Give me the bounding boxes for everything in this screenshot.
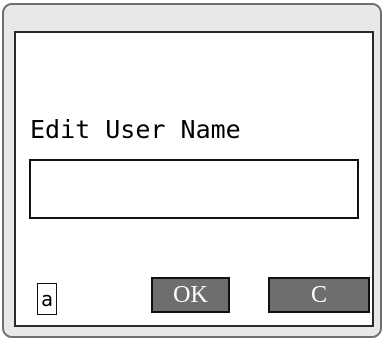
user-name-input[interactable] bbox=[29, 159, 359, 219]
device-frame: Edit User Name a OK C bbox=[2, 3, 382, 338]
ok-button[interactable]: OK bbox=[151, 277, 230, 313]
dialog-title: Edit User Name bbox=[30, 115, 241, 144]
input-mode-indicator[interactable]: a bbox=[37, 283, 57, 315]
dialog-screen: Edit User Name a OK C bbox=[14, 31, 374, 327]
cancel-button[interactable]: C bbox=[268, 277, 370, 313]
